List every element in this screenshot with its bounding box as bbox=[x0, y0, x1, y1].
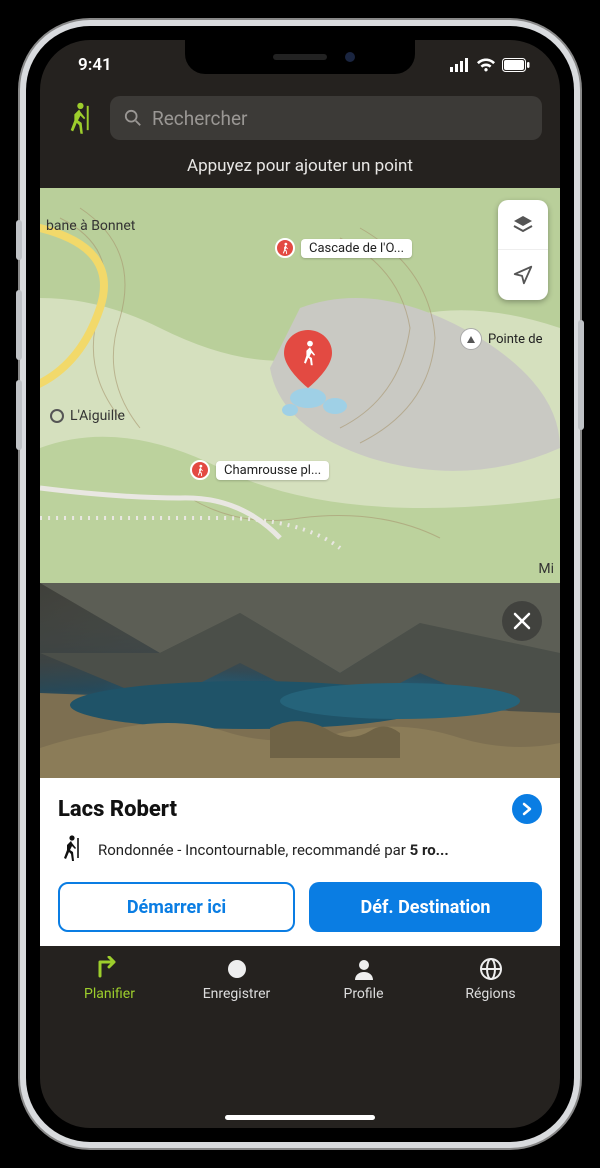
map-label-aiguille: L'Aiguille bbox=[50, 408, 125, 424]
close-button[interactable] bbox=[502, 601, 542, 641]
map-controls bbox=[498, 200, 548, 300]
tab-bar: Planifier Enregistrer Profile bbox=[40, 946, 560, 1010]
map-poi-label: Pointe de bbox=[488, 332, 542, 347]
device-side-button bbox=[16, 220, 22, 260]
place-subtitle: Rondonnée - Incontournable, recommandé p… bbox=[98, 841, 542, 859]
home-indicator[interactable] bbox=[225, 1115, 375, 1120]
start-here-button[interactable]: Démarrer ici bbox=[58, 882, 295, 932]
hint-text: Appuyez pour ajouter un point bbox=[40, 150, 560, 188]
search-placeholder: Rechercher bbox=[152, 107, 247, 130]
map-locate-button[interactable] bbox=[498, 250, 548, 300]
tab-label: Enregistrer bbox=[203, 986, 271, 1002]
tab-record[interactable]: Enregistrer bbox=[173, 956, 300, 1002]
hiker-pin-icon bbox=[190, 460, 210, 480]
device-side-button bbox=[16, 290, 22, 360]
tab-regions[interactable]: Régions bbox=[427, 956, 554, 1002]
chevron-right-icon bbox=[520, 802, 534, 816]
peak-icon bbox=[460, 328, 482, 350]
tab-plan[interactable]: Planifier bbox=[46, 956, 173, 1002]
tab-label: Profile bbox=[343, 986, 383, 1002]
profile-icon bbox=[352, 957, 376, 981]
marker-icon bbox=[284, 330, 332, 388]
map-layers-button[interactable] bbox=[498, 200, 548, 250]
map-poi-label: Chamrousse pl... bbox=[216, 461, 329, 480]
device-side-button bbox=[578, 320, 584, 430]
header: Rechercher bbox=[40, 90, 560, 150]
set-destination-button[interactable]: Déf. Destination bbox=[309, 882, 542, 932]
details-button[interactable] bbox=[512, 794, 542, 824]
place-title: Lacs Robert bbox=[58, 797, 177, 822]
status-time: 9:41 bbox=[78, 55, 112, 75]
record-icon bbox=[225, 957, 249, 981]
map-poi-cascade[interactable]: Cascade de l'O... bbox=[275, 238, 412, 258]
plan-icon bbox=[96, 956, 124, 982]
cellular-icon bbox=[450, 58, 470, 72]
map-label-corner: Mi bbox=[538, 561, 554, 577]
map-poi-peak[interactable]: Pointe de bbox=[460, 328, 542, 350]
search-icon bbox=[124, 109, 142, 127]
tab-label: Planifier bbox=[84, 986, 135, 1002]
tab-profile[interactable]: Profile bbox=[300, 956, 427, 1002]
place-info-card: Lacs Robert Rondonnée - Inconto bbox=[40, 778, 560, 946]
map-poi-chamrousse[interactable]: Chamrousse pl... bbox=[190, 460, 329, 480]
map-poi-label: Cascade de l'O... bbox=[301, 239, 412, 258]
map-selected-marker[interactable] bbox=[284, 330, 332, 388]
map-view[interactable]: bane à Bonnet L'Aiguille Mi Cascade de l… bbox=[40, 188, 560, 583]
device-notch bbox=[185, 40, 415, 74]
hiker-pin-icon bbox=[275, 238, 295, 258]
activity-selector[interactable] bbox=[58, 98, 98, 138]
wifi-icon bbox=[476, 58, 496, 72]
hiker-icon bbox=[58, 834, 86, 866]
battery-icon bbox=[502, 58, 530, 72]
device-side-button bbox=[16, 380, 22, 450]
status-icons bbox=[450, 58, 530, 72]
device-frame: 9:41 Rechercher bbox=[20, 20, 580, 1148]
search-input[interactable]: Rechercher bbox=[110, 96, 542, 140]
photo-illustration bbox=[40, 583, 560, 778]
location-arrow-icon bbox=[512, 264, 534, 286]
hiker-icon bbox=[63, 101, 93, 135]
map-label-bonnet: bane à Bonnet bbox=[46, 218, 135, 234]
globe-icon bbox=[479, 957, 503, 981]
tab-label: Régions bbox=[465, 986, 515, 1002]
layers-icon bbox=[511, 213, 535, 237]
map-point-icon bbox=[50, 409, 64, 423]
screen: 9:41 Rechercher bbox=[40, 40, 560, 1128]
close-icon bbox=[513, 612, 531, 630]
place-photo bbox=[40, 583, 560, 778]
